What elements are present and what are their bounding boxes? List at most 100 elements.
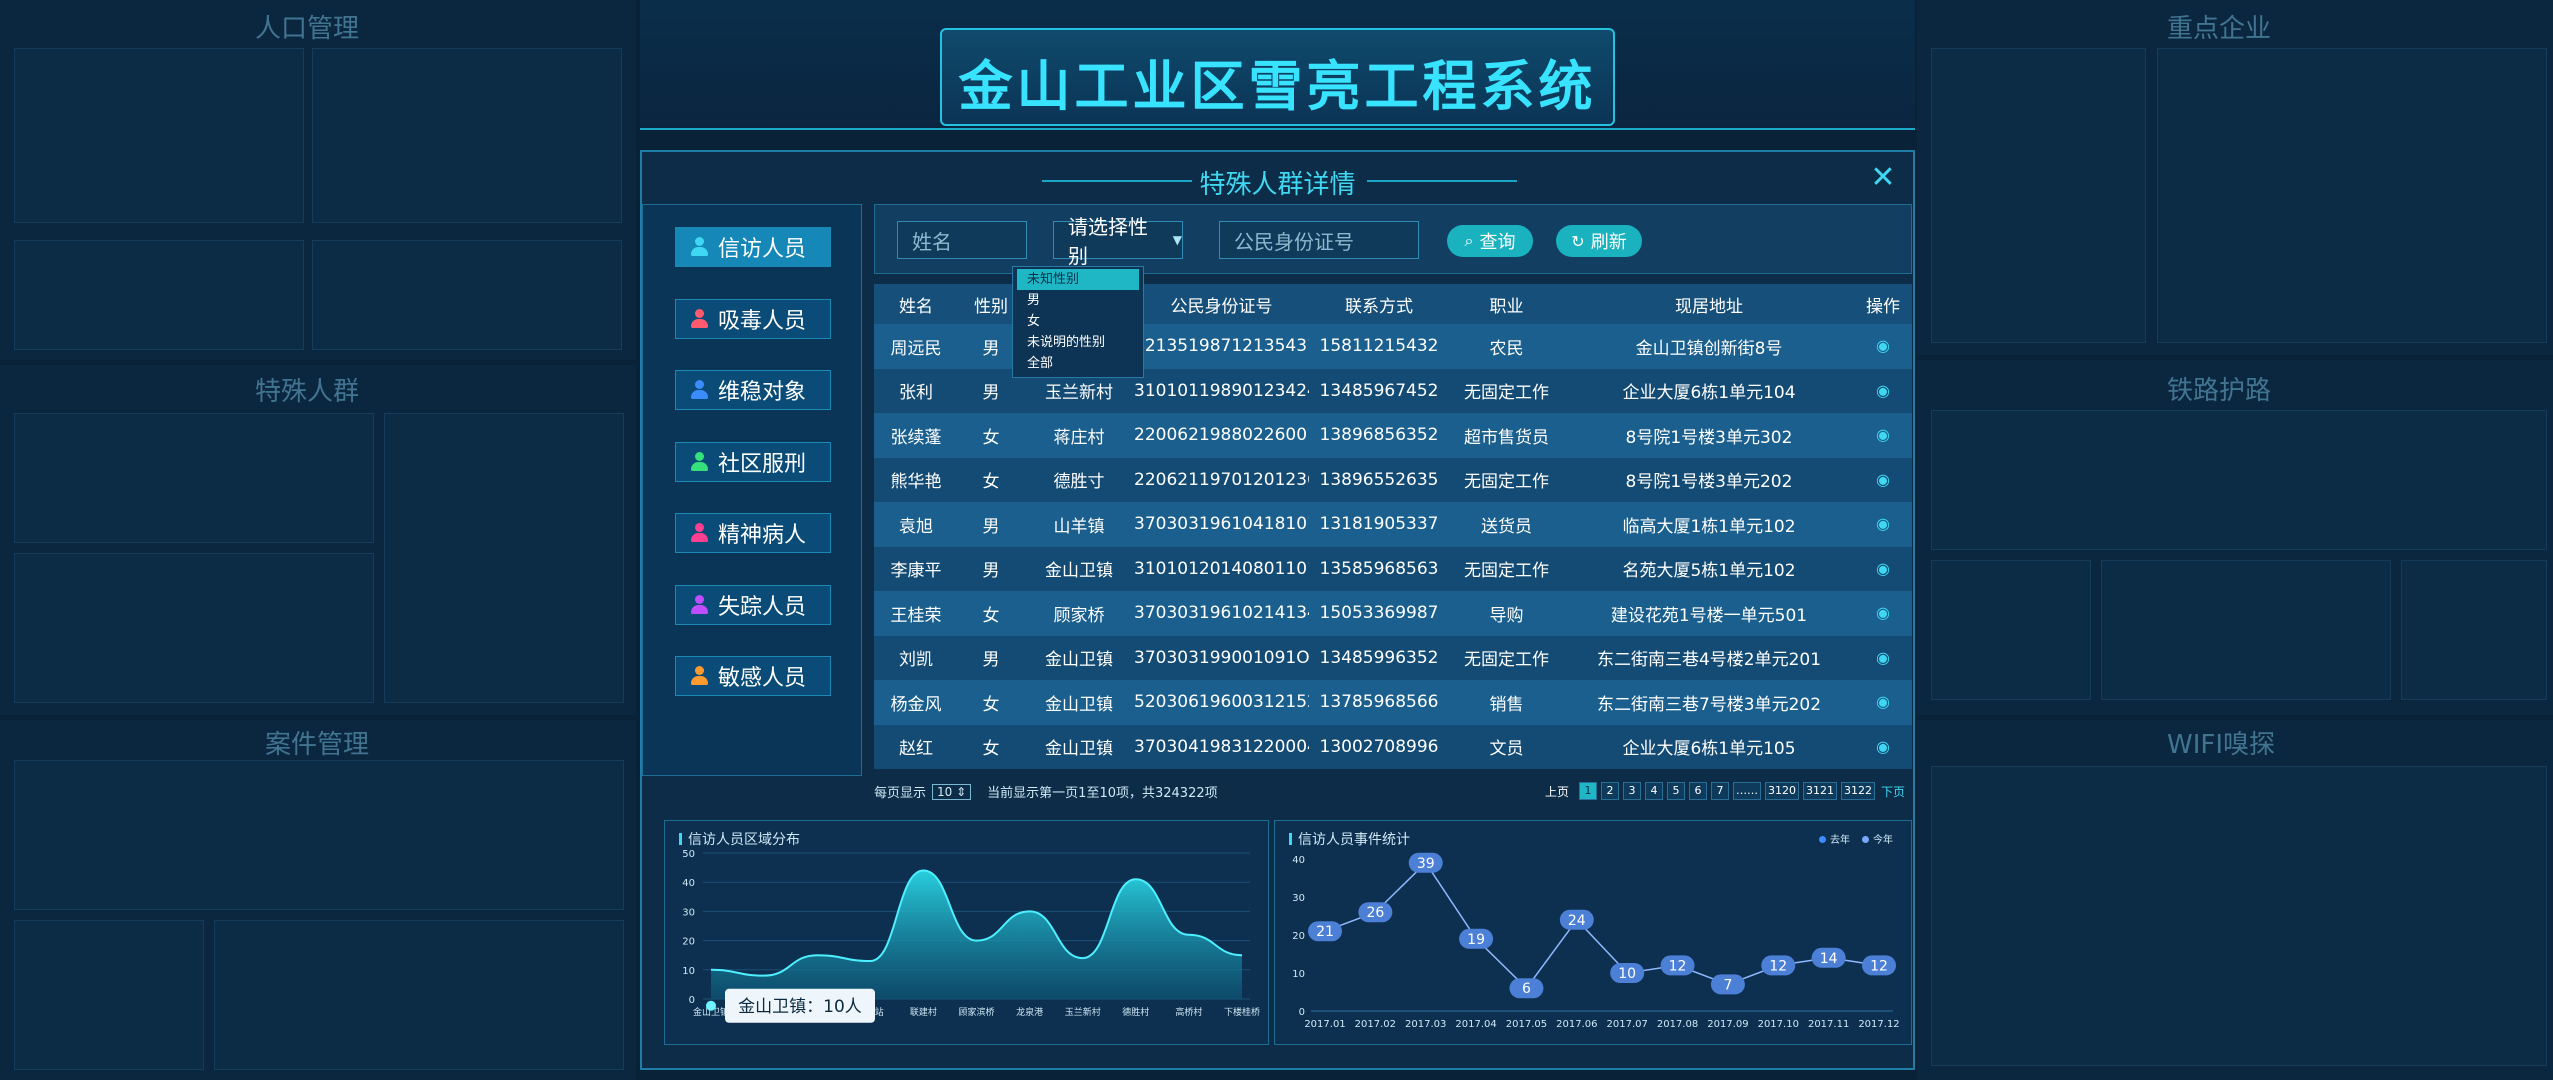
gender-option[interactable]: 女 [1013, 311, 1143, 332]
case-panel: 案件管理 [0, 720, 636, 1080]
close-icon[interactable]: ✕ [1869, 163, 1897, 193]
table-cell: 名苑大厦5栋1单元102 [1564, 546, 1854, 591]
menu-item[interactable]: 社区服刑 [675, 441, 831, 482]
page-button[interactable]: 5 [1666, 782, 1685, 800]
person-icon [690, 666, 708, 686]
menu-item-label: 维稳对象 [718, 380, 807, 405]
table-cell: 女 [958, 680, 1024, 725]
table-cell: 金山卫镇 [1024, 680, 1134, 725]
page-button[interactable]: …… [1732, 782, 1761, 800]
category-menu: 信访人员吸毒人员维稳对象社区服刑精神病人失踪人员敏感人员 [642, 204, 862, 776]
modal-title: 特殊人群详情 [1199, 170, 1356, 200]
page-button[interactable]: 4 [1644, 782, 1663, 800]
view-eye-icon[interactable]: ◉ [1876, 737, 1890, 756]
table-row[interactable]: 刘凯男金山卫镇370303199001091O3X13485996352无固定工… [874, 635, 1912, 680]
table-cell: 370303199001091O3X [1134, 635, 1309, 680]
menu-item[interactable]: 吸毒人员 [675, 298, 831, 339]
ghost-chart [1931, 410, 2547, 550]
gender-option[interactable]: 未知性别 [1017, 269, 1139, 290]
gender-option[interactable]: 未说明的性别 [1013, 332, 1143, 353]
ghost-chart [2101, 560, 2391, 700]
menu-item[interactable]: 信访人员 [675, 227, 831, 267]
data-label: 12 [1769, 958, 1787, 974]
table-cell: 15053369987 [1309, 591, 1449, 636]
gender-option[interactable]: 男 [1013, 290, 1143, 311]
person-icon [690, 380, 708, 400]
table-row[interactable]: 杨金风女金山卫镇52030619600312152513785968566销售东… [874, 680, 1912, 725]
id-number-input[interactable]: 公民身份证号 [1219, 221, 1419, 259]
view-eye-icon[interactable]: ◉ [1876, 603, 1890, 622]
panel-title: 重点企业 [2167, 14, 2272, 44]
page-button[interactable]: 1 [1578, 782, 1597, 800]
data-label: 14 [1820, 951, 1838, 967]
table-row[interactable]: 李康平男金山卫镇31010120140801101113585968563无固定… [874, 546, 1912, 591]
page-button[interactable]: 7 [1710, 782, 1729, 800]
table-cell: 金山卫镇创新街8号 [1564, 324, 1854, 369]
data-label: 7 [1723, 977, 1732, 993]
next-page-link[interactable]: 下页 [1881, 783, 1905, 800]
page-button[interactable]: 6 [1688, 782, 1707, 800]
table-row[interactable]: 张续蓬女蒋庄村22006219880226001813896856352超市售货… [874, 413, 1912, 458]
column-header: 姓名 [874, 284, 958, 324]
view-eye-icon[interactable]: ◉ [1876, 648, 1890, 667]
x-tick-label: 2017.11 [1808, 1019, 1849, 1030]
ghost-chart [14, 413, 374, 543]
per-page-select[interactable]: 10 ⇕ [932, 783, 972, 800]
table-row[interactable]: 袁旭男山羊镇37030319610418101813181905337送货员临高… [874, 502, 1912, 547]
name-input[interactable]: 姓名 [897, 221, 1027, 259]
menu-item[interactable]: 失踪人员 [675, 584, 831, 625]
page-button[interactable]: 3120 [1764, 782, 1799, 800]
view-eye-icon[interactable]: ◉ [1876, 514, 1890, 533]
menu-item-label: 吸毒人员 [718, 308, 807, 334]
page-button[interactable]: 3 [1622, 782, 1641, 800]
menu-item[interactable]: 敏感人员 [675, 656, 831, 696]
action-cell: ◉ [1854, 324, 1912, 369]
table-cell: 杨金风 [874, 680, 958, 725]
menu-item[interactable]: 维稳对象 [675, 370, 831, 410]
table-cell: 文员 [1449, 724, 1564, 769]
table-cell: 张续蓬 [874, 413, 958, 458]
search-button[interactable]: ⌕ 查询 [1447, 225, 1533, 257]
table-row[interactable]: 王桂荣女顾家桥37030319610214134615053369987导购建设… [874, 591, 1912, 636]
enterprise-panel: 重点企业 [1917, 0, 2553, 355]
pager-summary: 每页显示 10 ⇕ 当前显示第一页1至10项，共324322项 [874, 782, 1218, 801]
y-tick-label: 0 [1299, 1007, 1305, 1018]
tooltip-marker [706, 1000, 716, 1011]
gender-select[interactable]: 请选择性别 ▼ [1053, 215, 1183, 268]
table-cell: 无固定工作 [1449, 457, 1564, 502]
app-title: 金山工业区雪亮工程系统 [958, 55, 1597, 118]
table-cell: 13002708996 [1309, 724, 1449, 769]
view-eye-icon[interactable]: ◉ [1876, 425, 1890, 444]
view-eye-icon[interactable]: ◉ [1876, 692, 1890, 711]
view-eye-icon[interactable]: ◉ [1876, 470, 1890, 489]
view-eye-icon[interactable]: ◉ [1876, 559, 1890, 578]
table-cell: 男 [958, 546, 1024, 591]
table-cell: 企业大厦6栋1单元104 [1564, 368, 1854, 413]
refresh-icon: ↻ [1571, 231, 1585, 251]
page-button[interactable]: 2 [1600, 782, 1619, 800]
gender-option[interactable]: 全部 [1013, 353, 1143, 374]
line-chart: 0 10 20 30 40 21 26 39 19 6 24 10 12 7 12 14 12 2017.01 20… [1292, 852, 1900, 1030]
x-tick-label: 2017.08 [1657, 1019, 1698, 1030]
ghost-chart [2157, 48, 2547, 343]
table-cell: 超市售货员 [1449, 413, 1564, 458]
table-cell: 220621197012012362 [1134, 457, 1309, 502]
table-cell: 王桂荣 [874, 591, 958, 636]
pagination: 上页 1 2 3 4 5 6 7…… 3120 3121 3122 下页 [1545, 782, 1905, 800]
page-button[interactable]: 3122 [1840, 782, 1875, 800]
per-page-value: 10 [937, 784, 953, 799]
area-distribution-panel: 信访人员区域分布 01020304050金山卫镇山阳镇蒋庄村叶榭站联建村顾家滨桥… [664, 820, 1269, 1045]
menu-item[interactable]: 精神病人 [675, 513, 831, 553]
table-cell: 建设花苑1号楼一单元501 [1564, 591, 1854, 636]
page-button[interactable]: 3121 [1802, 782, 1837, 800]
table-cell: 13585968563 [1309, 546, 1449, 591]
view-eye-icon[interactable]: ◉ [1876, 336, 1890, 355]
view-eye-icon[interactable]: ◉ [1876, 381, 1890, 400]
data-label: 39 [1417, 856, 1435, 872]
table-row[interactable]: 熊华艳女德胜寸22062119701201236213896552635无固定工… [874, 457, 1912, 502]
x-tick-label: 2017.10 [1758, 1019, 1799, 1030]
table-row[interactable]: 赵红女金山卫镇37030419831220004713002708996文员企业… [874, 724, 1912, 769]
refresh-button[interactable]: ↻ 刷新 [1556, 225, 1642, 257]
x-tick-label: 2017.09 [1707, 1019, 1748, 1030]
prev-page-link[interactable]: 上页 [1545, 783, 1569, 800]
